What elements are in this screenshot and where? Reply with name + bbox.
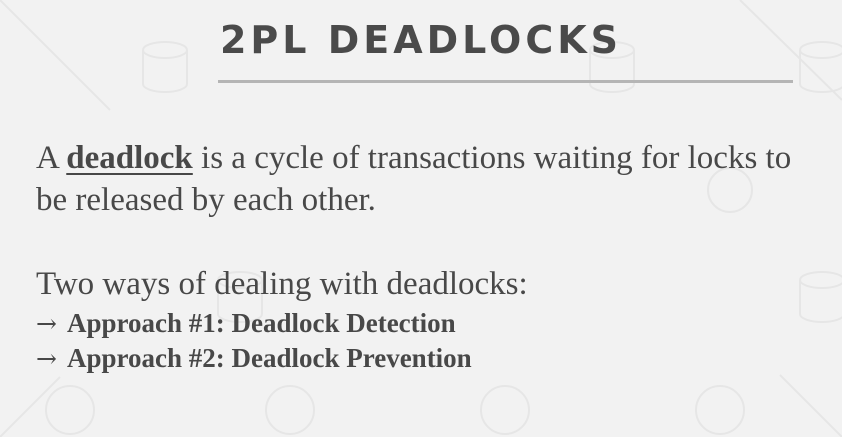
- definition-prefix: A: [36, 140, 67, 176]
- approach-item-2: → Approach #2: Deadlock Prevention: [36, 341, 472, 376]
- circle-motif: [265, 385, 315, 435]
- title-divider: [218, 80, 793, 83]
- page-title: 2PL DEADLOCKS: [219, 18, 623, 62]
- arrow-right-icon: →: [36, 309, 57, 338]
- intro-paragraph: Two ways of dealing with deadlocks:: [36, 266, 528, 302]
- definition-keyword: deadlock: [66, 140, 193, 176]
- circle-motif: [45, 385, 95, 435]
- arrow-right-icon: →: [36, 344, 57, 373]
- circle-motif: [480, 385, 530, 435]
- slide: 2PL DEADLOCKS A deadlock is a cycle of t…: [0, 0, 842, 437]
- circle-motif: [695, 385, 745, 435]
- approach-list: → Approach #1: Deadlock Detection → Approa…: [36, 306, 472, 376]
- approach-label: Approach #1: Deadlock Detection: [66, 308, 456, 338]
- approach-label: Approach #2: Deadlock Prevention: [66, 343, 472, 373]
- definition-paragraph: A deadlock is a cycle of transactions wa…: [36, 137, 816, 221]
- approach-item-1: → Approach #1: Deadlock Detection: [36, 306, 472, 341]
